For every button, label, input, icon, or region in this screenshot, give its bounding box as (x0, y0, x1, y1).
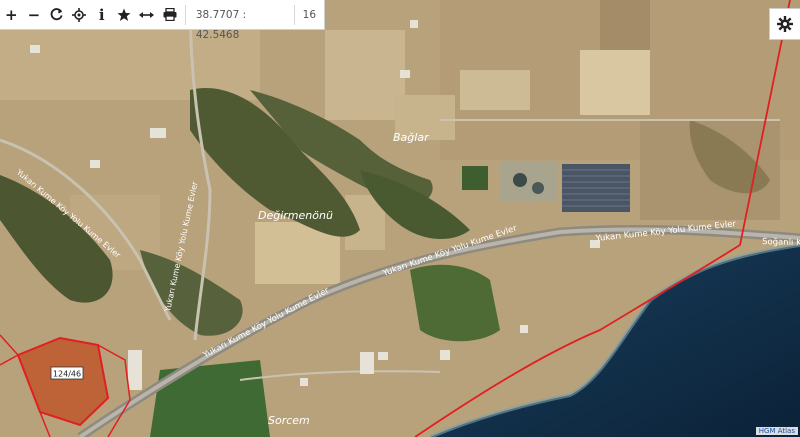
settings-button[interactable] (769, 8, 800, 40)
parcel-label: 124/46 (53, 370, 81, 379)
gear-icon (777, 16, 793, 32)
green-field (462, 166, 488, 190)
tank (513, 173, 527, 187)
locate-button[interactable] (68, 0, 91, 30)
attribution[interactable]: HGM Atlas (755, 427, 798, 435)
print-icon (163, 8, 177, 21)
measure-icon (139, 11, 155, 18)
zoom-out-button[interactable]: − (23, 0, 46, 30)
refresh-icon (50, 8, 63, 21)
place-label-degirmenonu: Değirmenönü (258, 209, 333, 222)
green-field (150, 360, 270, 437)
place-label-baglar: Bağlar (393, 131, 430, 144)
print-button[interactable] (158, 0, 181, 30)
terrain-field (325, 30, 405, 120)
coordinate-readout: 38.7707 : 42.5468 (184, 4, 294, 41)
star-icon (117, 8, 131, 21)
favorite-button[interactable] (113, 0, 136, 30)
zoom-in-button[interactable]: + (0, 0, 23, 30)
locate-icon (72, 7, 87, 22)
map-toolbar: + − i 38.7707 : 42.5468 16 (0, 0, 325, 41)
info-icon: i (98, 5, 105, 24)
attribution-text: HGM Atlas (758, 427, 795, 435)
satellite-map[interactable]: 124/46 Bağlar Değirmenönü Sorcem Yukarı … (0, 0, 800, 437)
minus-icon: − (27, 5, 41, 24)
measure-button[interactable] (136, 0, 159, 30)
terrain-field (600, 0, 650, 50)
refresh-button[interactable] (45, 0, 68, 30)
terrain-field (460, 70, 530, 110)
info-button[interactable]: i (90, 0, 113, 30)
place-label-sorcem: Sorcem (268, 414, 310, 427)
tank (532, 182, 544, 194)
facility (500, 162, 558, 202)
terrain-field (580, 50, 650, 115)
zoom-level: 16 (293, 4, 324, 25)
plus-icon: + (5, 5, 18, 24)
